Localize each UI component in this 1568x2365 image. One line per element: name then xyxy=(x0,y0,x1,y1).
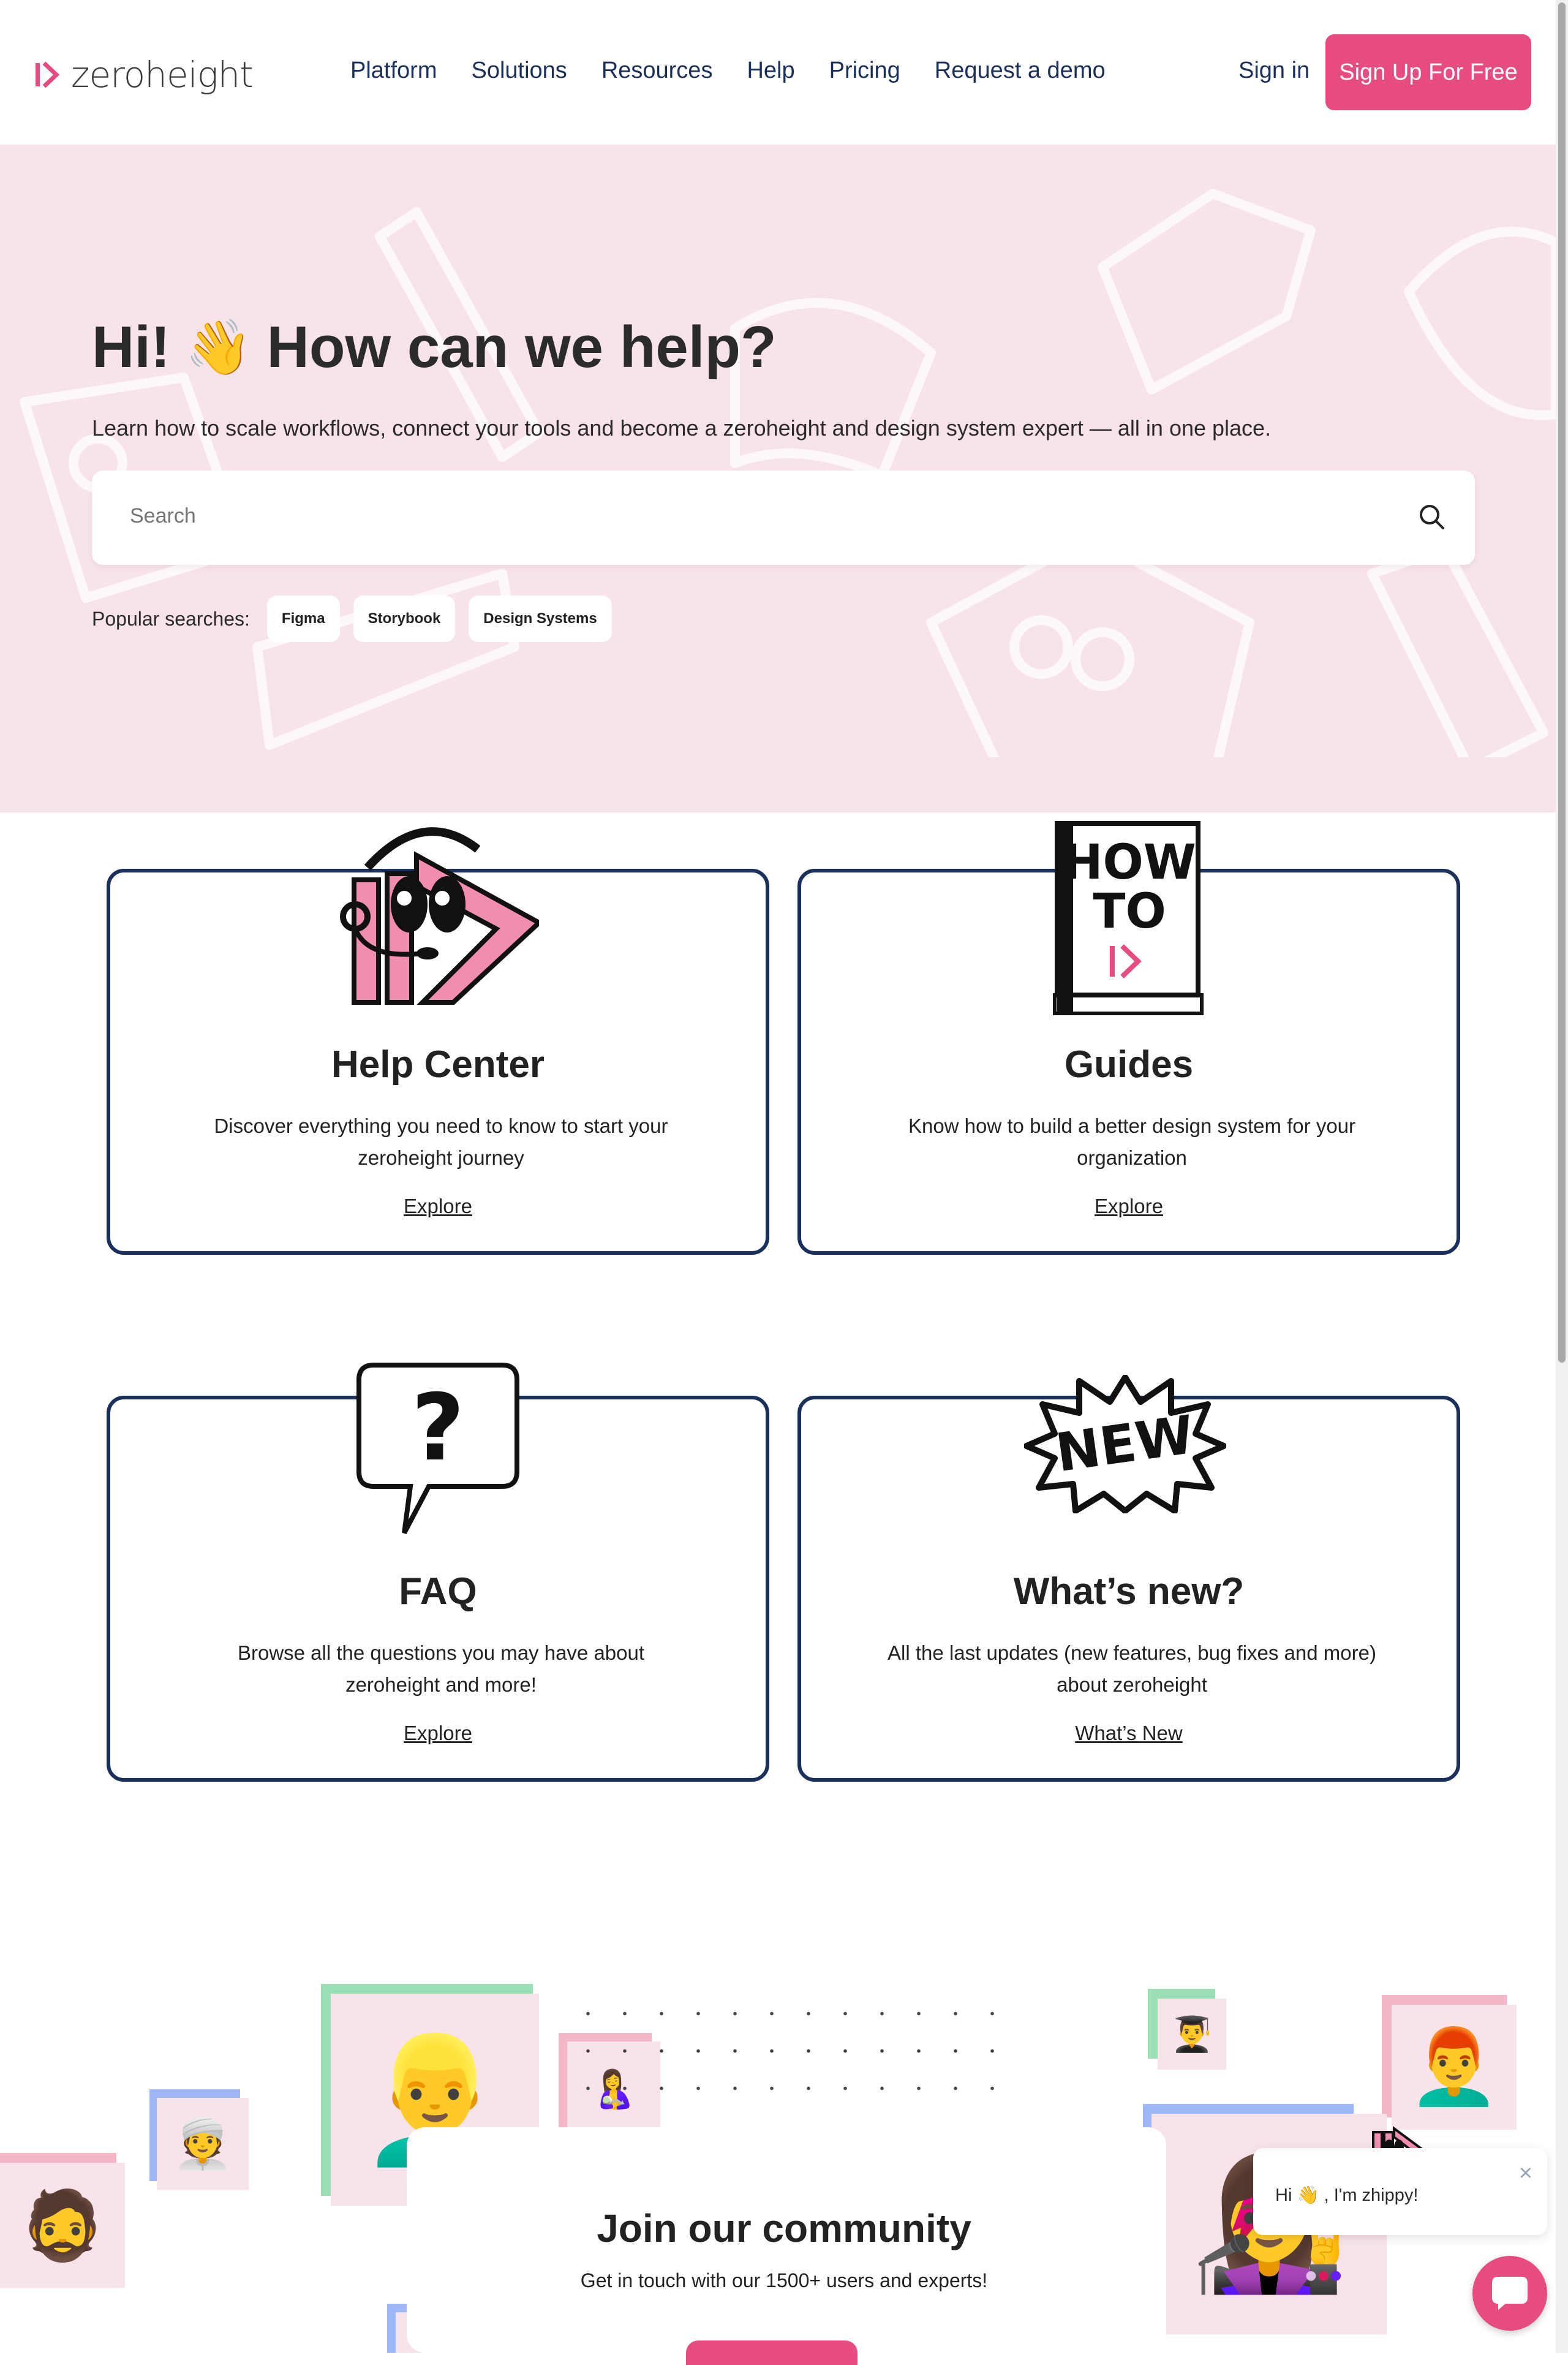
card-title: What’s new? xyxy=(1013,1570,1245,1613)
hero-title-hi: Hi! xyxy=(92,314,170,380)
card-title: Guides xyxy=(1064,1043,1194,1086)
search-input[interactable] xyxy=(129,504,1292,529)
community-join-button[interactable] xyxy=(686,2340,858,2365)
nav-request-demo[interactable]: Request a demo xyxy=(935,58,1106,84)
popular-chip-design-systems[interactable]: Design Systems xyxy=(469,596,612,642)
logo[interactable]: zeroheight xyxy=(36,54,254,96)
card-title: FAQ xyxy=(399,1570,477,1613)
card-explore-link[interactable]: Explore xyxy=(801,1195,1457,1218)
card-description: Know how to build a better design system… xyxy=(908,1114,1356,1169)
scrollbar-thumb[interactable] xyxy=(1558,2,1566,1363)
nav-platform[interactable]: Platform xyxy=(350,58,437,84)
page-scrollbar[interactable] xyxy=(1556,0,1568,2353)
top-navbar: zeroheight Platform Solutions Resources … xyxy=(0,0,1556,145)
dot-grid-decoration xyxy=(570,1995,1023,2117)
avatar: 👨‍🎓 xyxy=(1158,1999,1226,2070)
chat-launcher-button[interactable] xyxy=(1472,2256,1547,2331)
popular-chip-figma[interactable]: Figma xyxy=(266,596,340,642)
nav-pricing[interactable]: Pricing xyxy=(829,58,900,84)
card-description: Browse all the questions you may have ab… xyxy=(237,1641,645,1696)
hero-title-question: How can we help? xyxy=(266,314,777,380)
sign-in-link[interactable]: Sign in xyxy=(1238,58,1310,84)
how-to-book-icon: HOW TO xyxy=(1053,821,1204,1015)
book-text-to: TO xyxy=(1093,884,1166,939)
popular-chip-storybook[interactable]: Storybook xyxy=(353,596,456,642)
card-explore-link[interactable]: Explore xyxy=(110,1722,766,1745)
hero-subtitle: Learn how to scale workflows, connect yo… xyxy=(92,415,1272,441)
card-title: Help Center xyxy=(331,1043,545,1086)
avatar: 👳 xyxy=(157,2098,249,2190)
nav-solutions[interactable]: Solutions xyxy=(471,58,567,84)
question-mark-text: ? xyxy=(411,1375,464,1481)
card-explore-link[interactable]: Explore xyxy=(110,1195,766,1218)
nav-resources[interactable]: Resources xyxy=(601,58,713,84)
popular-searches: Popular searches: Figma Storybook Design… xyxy=(92,596,612,642)
logo-icon xyxy=(36,61,60,89)
help-center-mascot-icon xyxy=(340,827,539,1005)
card-whats-new-link[interactable]: What’s New xyxy=(801,1722,1457,1745)
close-icon[interactable]: × xyxy=(1519,2160,1532,2187)
hero-background-illustrations xyxy=(20,189,1556,757)
chat-greeting-text: Hi 👋 , I'm zhippy! xyxy=(1275,2185,1419,2205)
card-description: All the last updates (new features, bug … xyxy=(888,1641,1376,1696)
logo-text: zeroheight xyxy=(71,54,254,96)
search-box xyxy=(92,471,1475,565)
avatar: 👨‍🦰 xyxy=(1392,2005,1517,2130)
sign-up-button[interactable]: Sign Up For Free xyxy=(1325,34,1531,110)
popular-searches-label: Popular searches: xyxy=(92,607,250,630)
search-icon[interactable] xyxy=(1417,502,1447,532)
wave-emoji: 👋 xyxy=(184,316,252,379)
main-nav: Platform Solutions Resources Help Pricin… xyxy=(350,58,1106,84)
nav-help[interactable]: Help xyxy=(747,58,794,84)
hero-title: Hi! 👋 How can we help? xyxy=(92,314,777,381)
community-subtitle: Get in touch with our 1500+ users and ex… xyxy=(580,2269,988,2291)
card-description: Discover everything you need to know to … xyxy=(214,1114,668,1169)
chat-icon xyxy=(1492,2277,1528,2310)
book-text-how: HOW xyxy=(1063,835,1196,890)
new-burst-icon: NEW xyxy=(1024,1375,1226,1513)
question-bubble-icon: ? xyxy=(356,1363,519,1534)
chat-greeting-bubble[interactable]: Hi 👋 , I'm zhippy! × xyxy=(1253,2148,1547,2235)
